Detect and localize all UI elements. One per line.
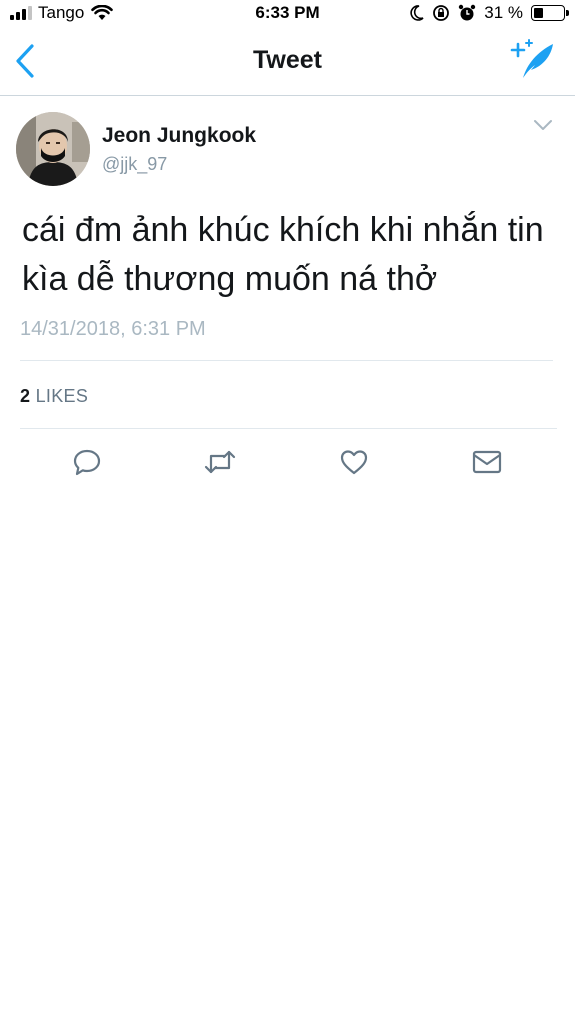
battery-percent: 31 % bbox=[484, 3, 523, 22]
likes-number: 2 bbox=[20, 386, 31, 406]
reply-icon bbox=[73, 449, 101, 476]
display-name[interactable]: Jeon Jungkook bbox=[102, 124, 256, 148]
reply-button[interactable] bbox=[67, 440, 107, 484]
divider bbox=[20, 428, 557, 429]
rotation-lock-icon bbox=[433, 5, 450, 21]
likes-label: LIKES bbox=[35, 386, 89, 406]
tweet-menu-button[interactable] bbox=[531, 116, 555, 134]
chevron-down-icon bbox=[534, 120, 552, 130]
moon-icon bbox=[410, 5, 424, 21]
alarm-icon bbox=[459, 4, 476, 21]
status-bar: Tango 6:33 PM 31 % bbox=[0, 0, 575, 26]
retweet-button[interactable] bbox=[200, 440, 240, 484]
share-mail-icon bbox=[472, 450, 502, 474]
user-handle[interactable]: @jjk_97 bbox=[102, 154, 167, 175]
tweet-actions bbox=[0, 440, 575, 484]
status-right: 31 % bbox=[410, 3, 569, 23]
avatar[interactable] bbox=[16, 112, 90, 186]
like-icon bbox=[340, 450, 368, 475]
tweet-text: cái đm ảnh khúc khích khi nhắn tin kìa d… bbox=[22, 211, 544, 298]
share-button[interactable] bbox=[467, 440, 507, 484]
tweet-timestamp: 14/31/2018, 6:31 PM bbox=[20, 318, 206, 340]
retweet-icon bbox=[204, 450, 236, 474]
likes-count[interactable]: 2 LIKES bbox=[20, 386, 88, 407]
avatar-photo bbox=[16, 112, 90, 186]
compose-feather-icon bbox=[510, 39, 553, 78]
like-button[interactable] bbox=[334, 440, 374, 484]
divider bbox=[20, 360, 553, 361]
tweet-header: Jeon Jungkook @jjk_97 bbox=[0, 96, 575, 196]
nav-bar: Tweet bbox=[0, 26, 575, 96]
page-title: Tweet bbox=[253, 46, 322, 74]
compose-tweet-button[interactable] bbox=[509, 38, 557, 82]
battery-icon bbox=[531, 5, 569, 21]
